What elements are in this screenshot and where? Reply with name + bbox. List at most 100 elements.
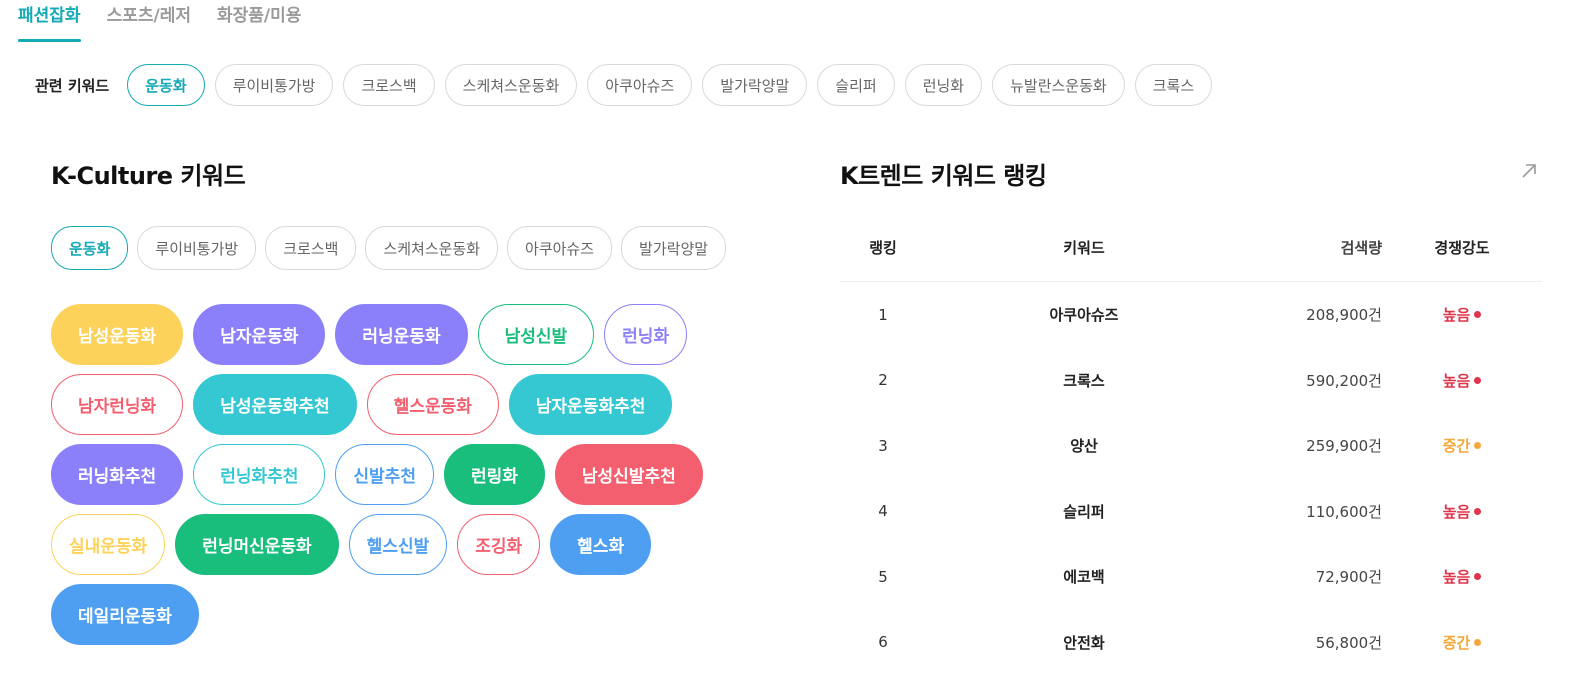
rank-cell: 1 [878, 305, 888, 324]
tab-sports-leisure[interactable]: 스포츠/레저 [107, 0, 191, 42]
keyword-chip[interactable]: 신발추천 [335, 444, 434, 505]
keyword-chip[interactable]: 헬스운동화 [366, 374, 499, 435]
kculture-tab[interactable]: 아쿠아슈즈 [507, 226, 613, 270]
related-keyword-pill[interactable]: 운동화 [127, 64, 205, 106]
ranking-table: 랭킹 키워드 검색량 경쟁강도 1 아쿠아슈즈 208,900건 높음 2 크록스 590,… [840, 214, 1542, 675]
keyword-chip[interactable]: 조깅화 [457, 514, 541, 575]
arrow-up-right-icon[interactable] [1518, 160, 1540, 182]
table-row[interactable]: 6 안전화 56,800건 중간 [840, 610, 1542, 676]
category-tabs: 패션잡화 스포츠/레저 화장품/미용 [18, 0, 301, 42]
keyword-chip[interactable]: 남성운동화추천 [193, 374, 357, 435]
ktrend-title: K트렌드 키워드 랭킹 [840, 162, 1047, 190]
kculture-tab[interactable]: 크로스백 [265, 226, 357, 270]
ranking-table-header: 랭킹 키워드 검색량 경쟁강도 [840, 214, 1542, 282]
competition-label: 높음 [1442, 502, 1471, 521]
tab-fashion[interactable]: 패션잡화 [18, 0, 81, 42]
related-keyword-pill[interactable]: 크로스백 [343, 64, 435, 106]
table-row[interactable]: 4 슬리퍼 110,600건 높음 [840, 479, 1542, 545]
related-keyword-pill[interactable]: 아쿠아슈즈 [587, 64, 693, 106]
rank-cell: 2 [878, 371, 888, 390]
ranking-table-body: 1 아쿠아슈즈 208,900건 높음 2 크록스 590,200건 높음 3 양산 259,900… [840, 282, 1542, 675]
competition-label: 중간 [1442, 633, 1471, 652]
keyword-cell[interactable]: 아쿠아슈즈 [926, 304, 1242, 325]
competition-cell: 중간 [1382, 435, 1542, 456]
keyword-chip[interactable]: 러닝화추천 [51, 444, 184, 505]
table-row[interactable]: 5 에코백 72,900건 높음 [840, 544, 1542, 610]
keyword-cloud: 남성운동화 남자운동화 러닝운동화 남성신발 런닝화 남자런닝화 남성운동화추천 헬스운동화 남… [51, 304, 751, 645]
keyword-chip[interactable]: 남성신발 [477, 304, 595, 365]
keyword-chip[interactable]: 런닝머신운동화 [175, 514, 339, 575]
competition-cell: 중간 [1382, 632, 1542, 653]
keyword-chip[interactable]: 남자운동화 [193, 304, 326, 365]
volume-cell: 208,900건 [1306, 306, 1382, 325]
related-keywords-label: 관련 키워드 [35, 76, 110, 95]
keyword-chip[interactable]: 남자운동화추천 [508, 374, 673, 435]
competition-badge: 높음 [1443, 501, 1482, 522]
kculture-tab-scroller[interactable]: 운동화 루이비통가방 크로스백 스케쳐스운동화 아쿠아슈즈 발가락양말 [51, 226, 754, 272]
competition-cell: 높음 [1382, 304, 1542, 325]
keyword-chip[interactable]: 러닝운동화 [335, 304, 468, 365]
status-dot-icon [1474, 376, 1482, 384]
keyword-chip[interactable]: 런닝화추천 [193, 444, 326, 505]
status-dot-icon [1474, 638, 1482, 646]
kculture-tab[interactable]: 운동화 [51, 226, 129, 270]
related-keyword-pill[interactable]: 루이비통가방 [214, 64, 334, 106]
keyword-chip[interactable]: 런링화 [443, 444, 545, 505]
volume-cell: 72,900건 [1315, 568, 1382, 587]
related-keyword-pill[interactable]: 런닝화 [904, 64, 983, 106]
header-keyword: 키워드 [1063, 239, 1105, 257]
rank-cell: 5 [878, 567, 888, 586]
competition-cell: 높음 [1382, 370, 1542, 391]
kculture-tab[interactable]: 스케쳐스운동화 [365, 226, 499, 270]
status-dot-icon [1474, 311, 1482, 319]
competition-cell: 높음 [1382, 566, 1542, 587]
volume-cell: 590,200건 [1306, 371, 1382, 390]
keyword-cell[interactable]: 슬리퍼 [926, 501, 1242, 522]
keyword-chip[interactable]: 헬스화 [550, 514, 652, 575]
competition-label: 중간 [1442, 437, 1471, 456]
keyword-chip[interactable]: 헬스신발 [348, 514, 448, 575]
keyword-cell[interactable]: 안전화 [926, 632, 1242, 653]
rank-cell: 3 [878, 436, 888, 455]
related-keyword-pill[interactable]: 스케쳐스운동화 [444, 64, 578, 106]
keyword-chip[interactable]: 남성신발추천 [554, 444, 703, 505]
rank-cell: 6 [878, 633, 888, 652]
competition-badge: 높음 [1443, 304, 1482, 325]
competition-label: 높음 [1442, 306, 1471, 325]
header-volume: 검색량 [1340, 239, 1382, 257]
competition-label: 높음 [1442, 568, 1471, 587]
header-competition: 경쟁강도 [1434, 239, 1490, 257]
related-keyword-pill[interactable]: 크록스 [1134, 64, 1213, 106]
competition-badge: 높음 [1443, 566, 1482, 587]
kculture-tab[interactable]: 발가락양말 [621, 226, 727, 270]
keyword-cell[interactable]: 크록스 [926, 370, 1242, 391]
competition-badge: 중간 [1443, 632, 1482, 653]
keyword-chip[interactable]: 남성운동화 [51, 304, 184, 365]
status-dot-icon [1474, 442, 1482, 450]
kculture-tabs: 운동화 루이비통가방 크로스백 스케쳐스운동화 아쿠아슈즈 발가락양말 [51, 226, 754, 270]
competition-badge: 중간 [1443, 435, 1482, 456]
competition-label: 높음 [1442, 371, 1471, 390]
related-keyword-pill[interactable]: 발가락양말 [702, 64, 808, 106]
kculture-title: K-Culture 키워드 [51, 162, 246, 190]
table-row[interactable]: 2 크록스 590,200건 높음 [840, 348, 1542, 414]
related-keyword-pill[interactable]: 슬리퍼 [817, 64, 895, 106]
table-row[interactable]: 1 아쿠아슈즈 208,900건 높음 [840, 282, 1542, 348]
table-row[interactable]: 3 양산 259,900건 중간 [840, 413, 1542, 479]
status-dot-icon [1474, 507, 1482, 515]
keyword-chip[interactable]: 런닝화 [604, 304, 688, 365]
rank-cell: 4 [878, 502, 888, 521]
keyword-chip[interactable]: 실내운동화 [51, 514, 166, 575]
header-rank: 랭킹 [869, 239, 897, 257]
keyword-cell[interactable]: 양산 [926, 435, 1242, 456]
keyword-cell[interactable]: 에코백 [926, 566, 1242, 587]
related-keyword-pill[interactable]: 뉴발란스운동화 [992, 64, 1125, 106]
status-dot-icon [1474, 573, 1482, 581]
competition-badge: 높음 [1443, 370, 1482, 391]
related-keywords-row: 관련 키워드 운동화 루이비통가방 크로스백 스케쳐스운동화 아쿠아슈즈 발가락… [35, 64, 1213, 106]
tab-cosmetics-beauty[interactable]: 화장품/미용 [217, 0, 301, 42]
keyword-chip[interactable]: 남자런닝화 [51, 374, 184, 435]
volume-cell: 56,800건 [1315, 633, 1382, 652]
kculture-tab[interactable]: 루이비통가방 [137, 226, 257, 270]
keyword-chip[interactable]: 데일리운동화 [51, 584, 199, 645]
